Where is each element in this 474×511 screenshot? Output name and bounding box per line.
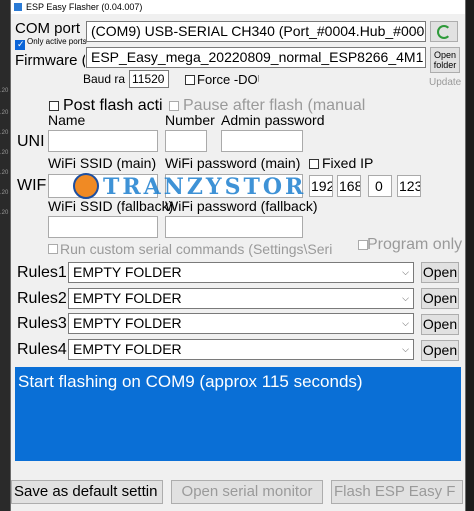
unit-section-label: UNI: [17, 133, 45, 150]
baud-rate-select[interactable]: 11520 ⌵: [129, 70, 169, 88]
open-folder-button[interactable]: Open folder: [430, 47, 460, 73]
rules3-value: EMPTY FOLDER: [73, 315, 182, 331]
save-default-settings-button[interactable]: Save as default settin: [11, 480, 163, 504]
run-custom-serial-label: Run custom serial commands (Settings\Ser…: [60, 241, 332, 257]
wifi-ssid-fallback-input[interactable]: [48, 216, 158, 238]
rules2-select[interactable]: EMPTY FOLDER ⌵: [68, 288, 414, 309]
rules3-label: Rules3: [17, 315, 67, 332]
fixed-ip-label: Fixed IP: [322, 155, 374, 171]
rules2-label: Rules2: [17, 290, 67, 307]
program-only-label: Program only: [367, 236, 463, 253]
app-icon: [14, 3, 22, 11]
fixed-ip-checkbox[interactable]: [309, 159, 319, 169]
title-bar: ESP Easy Flasher (0.04.007): [11, 0, 465, 14]
unit-number-input[interactable]: [165, 130, 207, 152]
background-desktop-strip: .20.20.20.20.20.20.20: [0, 0, 10, 511]
open-serial-monitor-button[interactable]: Open serial monitor: [171, 480, 323, 504]
wifi-ssid-main-label: WiFi SSID (main): [48, 155, 157, 171]
com-port-select[interactable]: (COM9) USB-SERIAL CH340 (Port_#0004.Hub_…: [86, 21, 426, 42]
pause-after-flash-checkbox[interactable]: [169, 101, 179, 111]
wifi-password-fallback-label: WiFi password (fallback): [165, 198, 318, 214]
rules1-label: Rules1: [17, 264, 67, 281]
rules2-value: EMPTY FOLDER: [73, 290, 182, 306]
chevron-down-icon: ⌵: [402, 266, 409, 277]
ip-octet-3-input[interactable]: 0: [368, 175, 392, 197]
firmware-label: Firmware (.: [15, 52, 85, 69]
only-active-ports-checkbox[interactable]: [15, 39, 25, 50]
firmware-value: ESP_Easy_mega_20220809_normal_ESP8266_4M…: [91, 49, 424, 65]
chevron-down-icon: ⌵: [402, 343, 409, 354]
rules1-open-button[interactable]: Open: [421, 262, 459, 283]
rules2-open-button[interactable]: Open: [421, 288, 459, 309]
force-dout-checkbox[interactable]: [185, 75, 195, 85]
rules4-open-button[interactable]: Open: [421, 340, 459, 361]
wifi-password-fallback-input[interactable]: [165, 216, 303, 238]
admin-password-label: Admin password: [221, 112, 325, 128]
chevron-down-icon: ⌵: [157, 72, 164, 83]
admin-password-input[interactable]: [221, 130, 303, 152]
window-title: ESP Easy Flasher (0.04.007): [26, 2, 143, 12]
unit-name-label: Name: [48, 112, 86, 128]
only-active-ports-label: Only active ports: [27, 37, 87, 46]
unit-number-label: Number: [165, 112, 215, 128]
rules4-value: EMPTY FOLDER: [73, 341, 182, 357]
baud-rate-label: Baud ra: [83, 72, 126, 86]
rules3-select[interactable]: EMPTY FOLDER ⌵: [68, 313, 414, 334]
ip-octet-2-input[interactable]: 168: [337, 175, 361, 197]
refresh-ports-button[interactable]: [430, 21, 458, 42]
log-text: Start flashing on COM9 (approx 115 secon…: [18, 372, 363, 391]
watermark-logo-icon: [73, 173, 99, 199]
ip-octet-4-input[interactable]: 123: [397, 175, 421, 197]
flash-esp-easy-button[interactable]: Flash ESP Easy F: [331, 480, 463, 504]
wifi-section-label: WIF: [17, 177, 47, 194]
chevron-down-icon: ⌵: [414, 25, 421, 36]
rules3-open-button[interactable]: Open: [421, 314, 459, 335]
log-output: Start flashing on COM9 (approx 115 secon…: [15, 367, 461, 461]
firmware-select[interactable]: ESP_Easy_mega_20220809_normal_ESP8266_4M…: [86, 47, 426, 68]
chevron-down-icon: ⌵: [402, 292, 409, 303]
flasher-window: ESP Easy Flasher (0.04.007) COM port Onl…: [10, 0, 466, 511]
rules4-label: Rules4: [17, 341, 67, 358]
run-custom-serial-checkbox[interactable]: [48, 244, 58, 254]
refresh-icon: [437, 25, 451, 39]
rules1-select[interactable]: EMPTY FOLDER ⌵: [68, 262, 414, 283]
chevron-down-icon: ⌵: [402, 317, 409, 328]
rules1-value: EMPTY FOLDER: [73, 264, 182, 280]
com-port-value: (COM9) USB-SERIAL CH340 (Port_#0004.Hub_…: [91, 23, 425, 39]
ip-octet-1-input[interactable]: 192: [309, 175, 333, 197]
watermark-text: TRANZYSTOR: [103, 174, 307, 200]
wifi-ssid-fallback-label: WiFi SSID (fallback): [48, 198, 174, 214]
rules4-select[interactable]: EMPTY FOLDER ⌵: [68, 339, 414, 360]
update-link[interactable]: Update: [429, 77, 461, 88]
com-port-label: COM port: [15, 20, 81, 37]
force-dout-label: Force -DOU: [197, 72, 259, 87]
post-flash-checkbox[interactable]: [49, 101, 59, 111]
wifi-password-main-label: WiFi password (main): [165, 155, 301, 171]
unit-name-input[interactable]: [48, 130, 158, 152]
